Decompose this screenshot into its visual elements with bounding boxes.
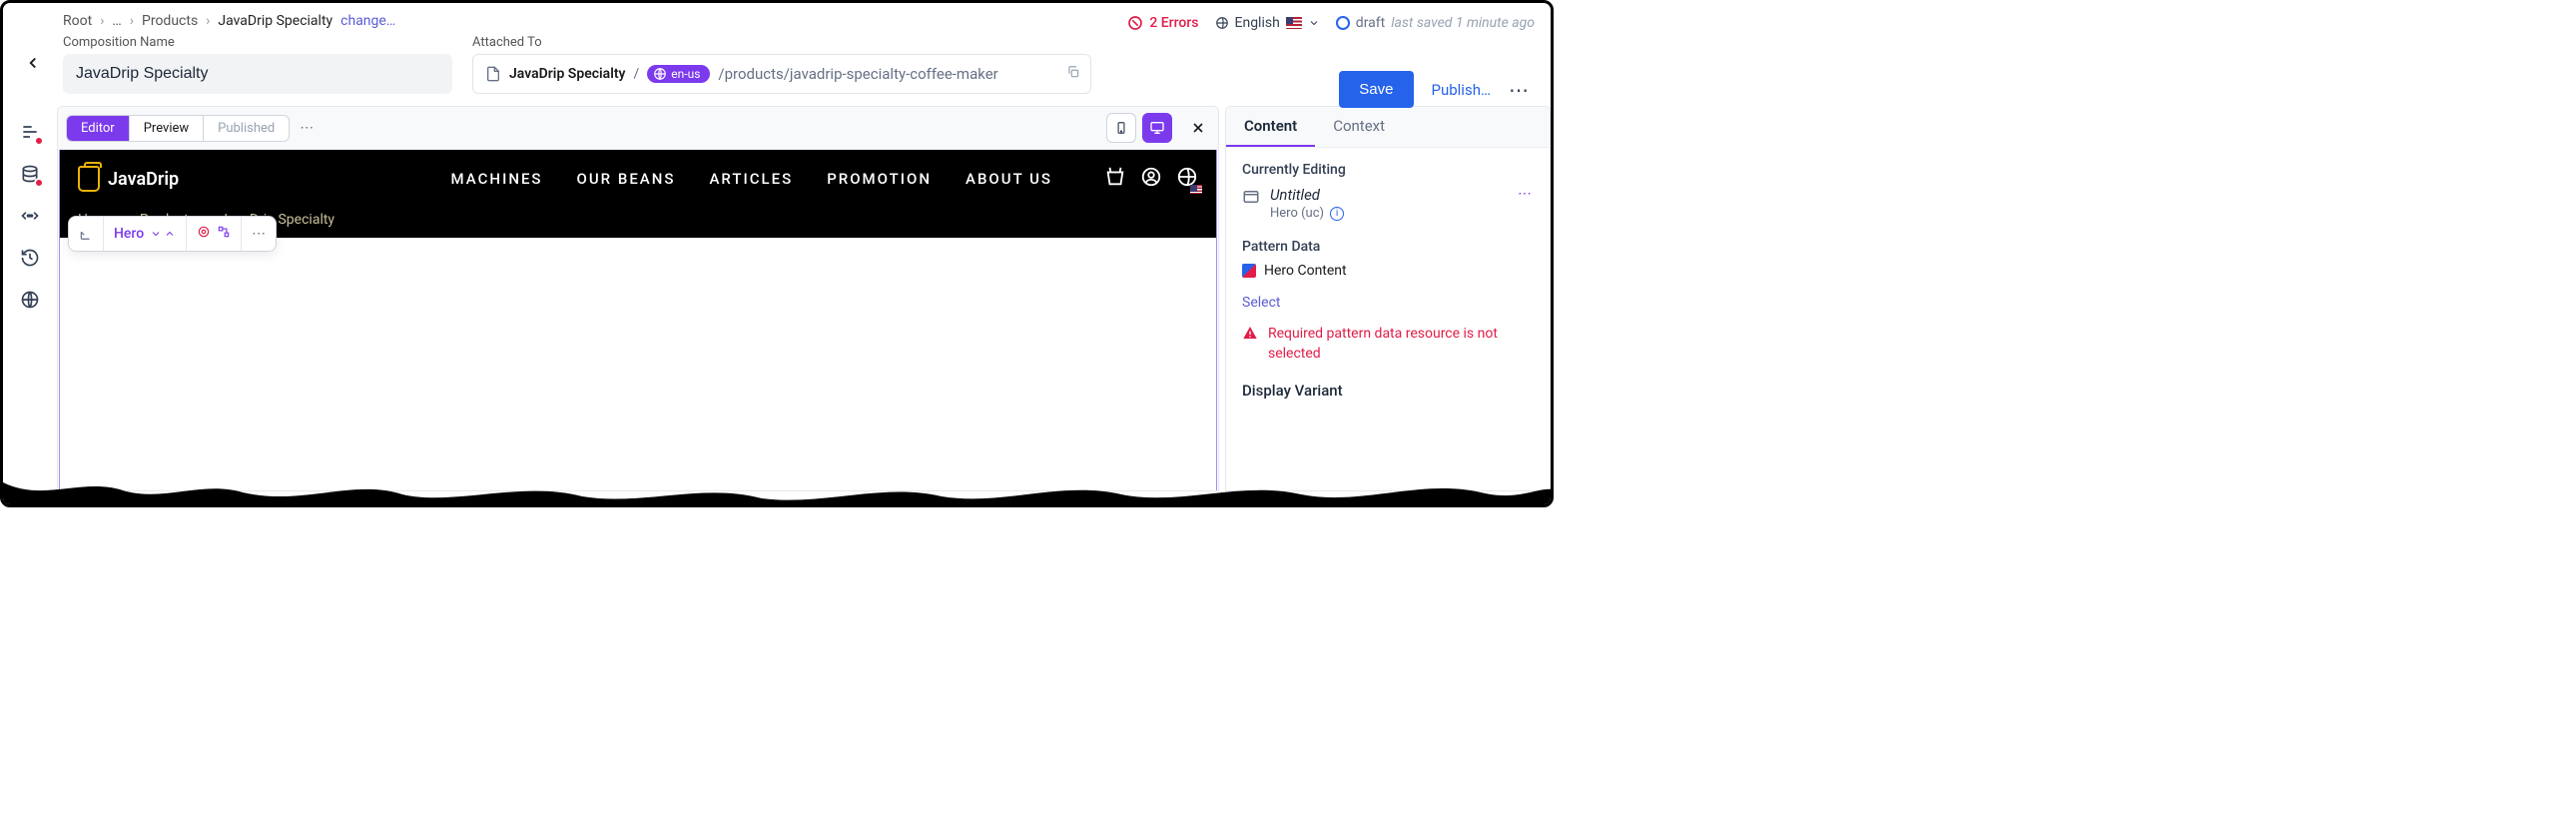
error-icon bbox=[1127, 15, 1143, 31]
nav-machines[interactable]: MACHINES bbox=[451, 170, 543, 188]
display-variant-label: Display Variant bbox=[1242, 382, 1534, 400]
globe-icon bbox=[653, 67, 667, 81]
device-mobile-button[interactable] bbox=[1106, 113, 1136, 143]
breadcrumb-change-link[interactable]: change… bbox=[340, 13, 395, 29]
locale-pill: en-us bbox=[647, 65, 710, 83]
select-link[interactable]: Select bbox=[1242, 295, 1280, 311]
toolbar-up-button[interactable] bbox=[69, 217, 104, 251]
currently-editing-label: Currently Editing bbox=[1242, 162, 1534, 178]
errors-indicator[interactable]: 2 Errors bbox=[1127, 15, 1198, 31]
more-actions-button[interactable]: ⋯ bbox=[1509, 78, 1531, 102]
close-canvas-button[interactable] bbox=[1186, 116, 1210, 140]
tab-published[interactable]: Published bbox=[204, 116, 289, 141]
pattern-cube-icon bbox=[1242, 264, 1256, 278]
pattern-error: Required pattern data resource is not se… bbox=[1242, 325, 1534, 364]
site-logo[interactable]: JavaDrip bbox=[78, 166, 179, 192]
error-badge-icon bbox=[34, 136, 44, 146]
composition-name-label: Composition Name bbox=[63, 35, 452, 50]
view-mode-tabs: Editor Preview Published bbox=[66, 115, 290, 142]
pattern-entry[interactable]: Hero Content bbox=[1242, 263, 1534, 279]
info-icon[interactable]: i bbox=[1330, 207, 1344, 221]
globe-icon bbox=[1215, 16, 1229, 30]
error-badge-icon bbox=[34, 178, 44, 188]
desktop-icon bbox=[1148, 120, 1166, 136]
left-rail bbox=[3, 106, 57, 491]
nav-promotion[interactable]: PROMOTION bbox=[827, 170, 932, 188]
nav-about-us[interactable]: ABOUT US bbox=[966, 170, 1052, 188]
chevron-down-icon bbox=[1308, 17, 1320, 29]
draft-dot-icon bbox=[1336, 16, 1350, 30]
tab-context[interactable]: Context bbox=[1315, 107, 1403, 147]
mobile-icon bbox=[1114, 119, 1128, 137]
pattern-data-label: Pattern Data bbox=[1242, 239, 1534, 255]
rail-data-icon[interactable] bbox=[18, 162, 42, 186]
toolbar-more-icon[interactable]: ⋯ bbox=[300, 120, 314, 136]
logo-icon bbox=[78, 166, 100, 192]
rail-code-icon[interactable] bbox=[18, 204, 42, 228]
attached-to-label: Attached To bbox=[472, 35, 1091, 50]
breadcrumb-root[interactable]: Root bbox=[63, 13, 92, 29]
tab-preview[interactable]: Preview bbox=[130, 116, 203, 141]
chevron-up-icon[interactable] bbox=[164, 228, 176, 240]
document-icon bbox=[485, 66, 501, 82]
target-icon[interactable] bbox=[197, 225, 211, 243]
site-header: JavaDrip MACHINES OUR BEANS ARTICLES PRO… bbox=[60, 150, 1216, 208]
chevron-down-icon[interactable] bbox=[150, 228, 162, 240]
breadcrumb-ellipsis[interactable]: … bbox=[112, 13, 121, 29]
publish-button[interactable]: Publish… bbox=[1432, 81, 1492, 99]
torn-edge-decoration bbox=[3, 472, 1554, 506]
rail-structure-icon[interactable] bbox=[18, 120, 42, 144]
component-icon bbox=[1242, 188, 1260, 210]
site-nav: MACHINES OUR BEANS ARTICLES PROMOTION AB… bbox=[451, 170, 1052, 188]
rail-globe-icon[interactable] bbox=[18, 288, 42, 312]
device-desktop-button[interactable] bbox=[1142, 113, 1172, 143]
copy-icon[interactable] bbox=[1066, 65, 1080, 83]
rail-history-icon[interactable] bbox=[18, 246, 42, 270]
back-button[interactable] bbox=[15, 45, 51, 81]
component-toolbar: Hero ⋯ bbox=[68, 216, 277, 252]
warning-icon bbox=[1242, 325, 1258, 341]
flag-icon bbox=[1190, 185, 1202, 194]
tree-icon[interactable] bbox=[217, 225, 231, 243]
nav-articles[interactable]: ARTICLES bbox=[709, 170, 793, 188]
attached-path: /products/javadrip-specialty-coffee-make… bbox=[718, 65, 997, 83]
last-saved-text: last saved 1 minute ago bbox=[1391, 15, 1535, 31]
tab-editor[interactable]: Editor bbox=[67, 116, 129, 141]
editing-title: Untitled bbox=[1270, 186, 1344, 204]
save-button[interactable]: Save bbox=[1339, 71, 1413, 108]
locale-icon[interactable] bbox=[1176, 166, 1198, 192]
editing-more-button[interactable]: ⋯ bbox=[1518, 186, 1534, 202]
cart-icon[interactable] bbox=[1104, 166, 1126, 192]
account-icon[interactable] bbox=[1140, 166, 1162, 192]
tab-content[interactable]: Content bbox=[1226, 107, 1315, 147]
nav-our-beans[interactable]: OUR BEANS bbox=[577, 170, 676, 188]
attached-name: JavaDrip Specialty bbox=[509, 66, 626, 82]
flag-icon bbox=[1286, 17, 1302, 29]
toolbar-more-button[interactable]: ⋯ bbox=[242, 217, 276, 251]
editing-subtitle: Hero (uc) i bbox=[1270, 206, 1344, 221]
composition-name-input[interactable] bbox=[63, 54, 452, 94]
breadcrumb-products[interactable]: Products bbox=[142, 13, 198, 29]
attached-to-field[interactable]: JavaDrip Specialty / en-us /products/jav… bbox=[472, 54, 1091, 94]
breadcrumb: Root › … › Products › JavaDrip Specialty… bbox=[63, 13, 1115, 29]
language-switcher[interactable]: English bbox=[1215, 15, 1320, 31]
toolbar-component-label[interactable]: Hero bbox=[114, 226, 144, 242]
draft-status: draft last saved 1 minute ago bbox=[1336, 15, 1535, 31]
breadcrumb-current: JavaDrip Specialty bbox=[218, 13, 332, 29]
